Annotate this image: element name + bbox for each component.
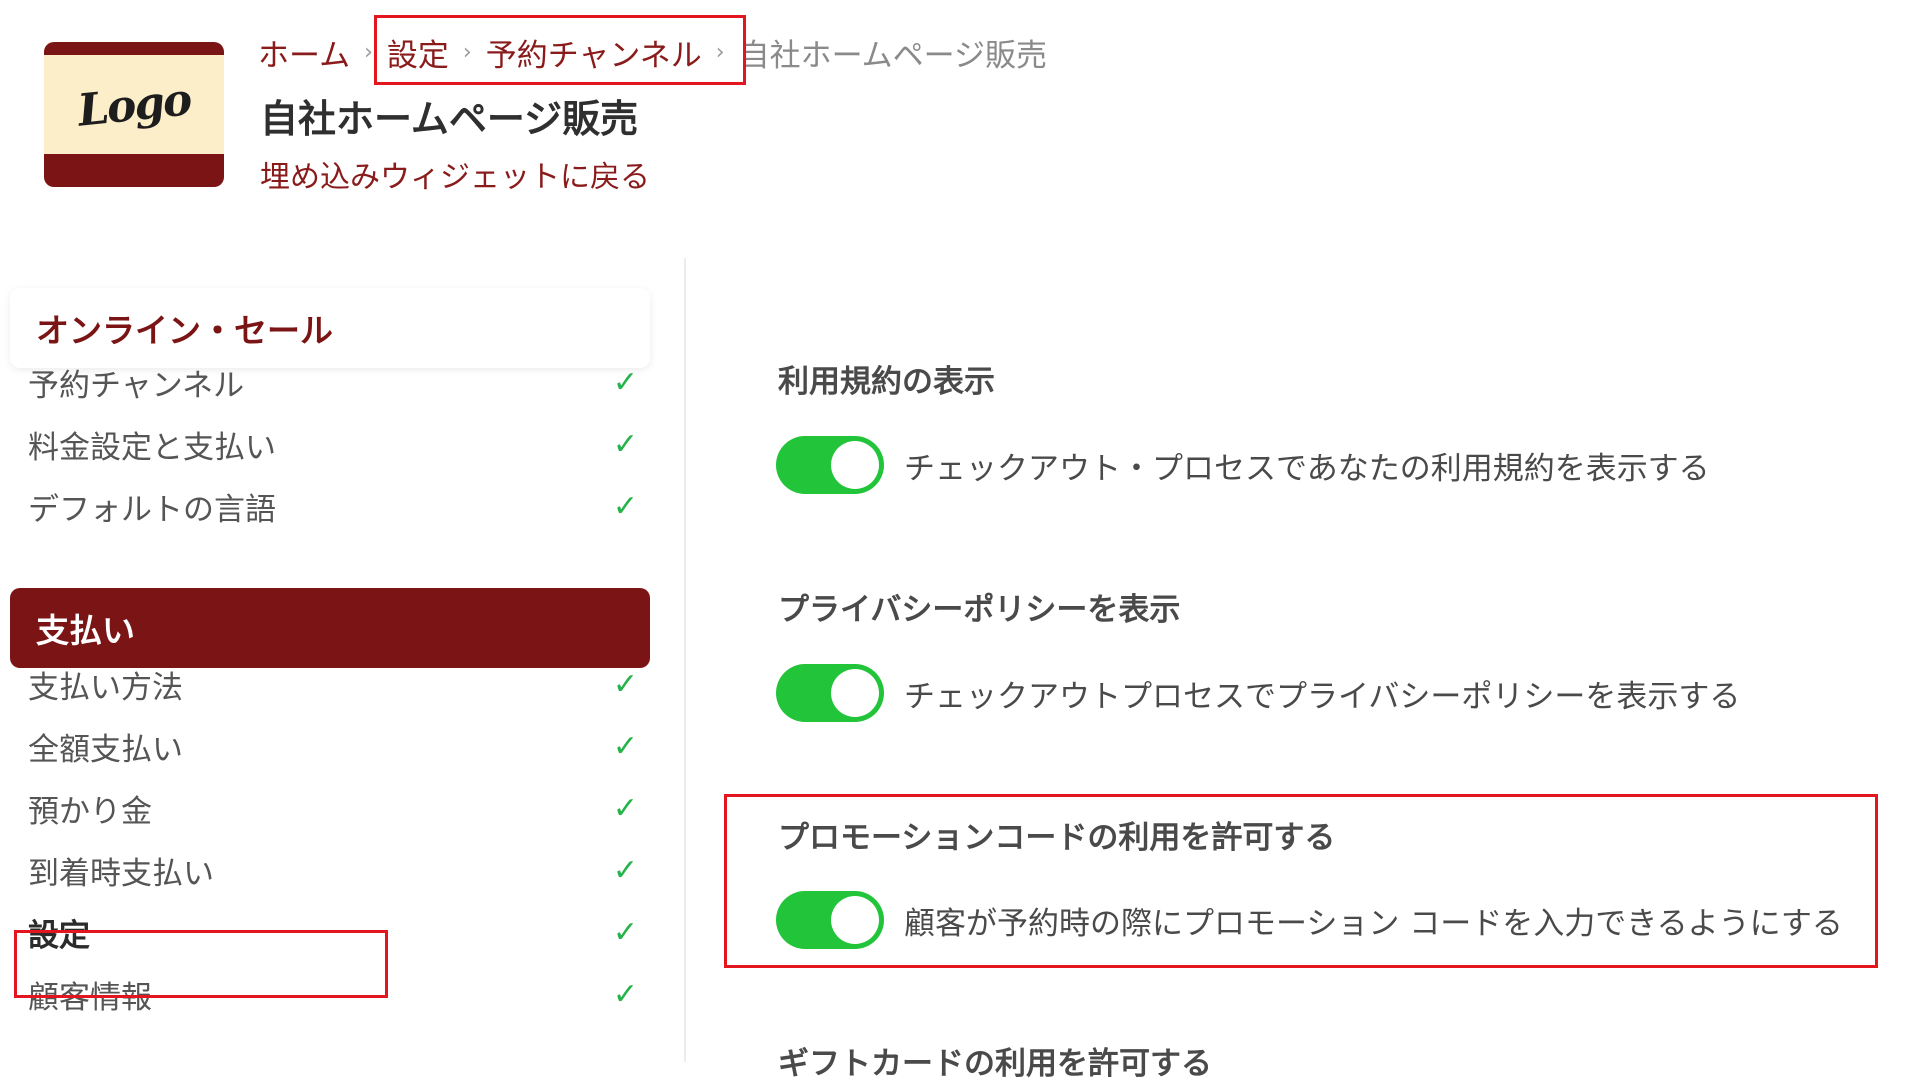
page-title: 自社ホームページ販売 <box>260 97 639 141</box>
sidebar-item-payment-methods[interactable]: 支払い方法 ✓ <box>28 656 648 712</box>
settings-highlight-box <box>14 930 388 998</box>
sidebar-item-label: 到着時支払い <box>28 855 214 892</box>
terms-section-title: 利用規約の表示 <box>778 364 995 400</box>
page-header: Logo ホーム › 設定 › 予約チャンネル › 自社ホームページ販売 自社ホ… <box>0 0 1920 258</box>
terms-option-label: チェックアウト・プロセスであなたの利用規約を表示する <box>904 450 1710 487</box>
logo-text: Logo <box>75 74 193 137</box>
back-to-widget-link[interactable]: 埋め込みウィジェットに戻る <box>260 152 650 196</box>
breadcrumb-highlight-box <box>374 15 746 85</box>
sidebar-item-label: デフォルトの言語 <box>28 491 276 528</box>
check-icon: ✓ <box>612 852 638 888</box>
toggle-knob <box>831 669 879 717</box>
sidebar-item-pricing-payments[interactable]: 料金設定と支払い ✓ <box>28 416 648 472</box>
promo-highlight-box <box>724 794 1878 968</box>
sidebar-item-label: 予約チャンネル <box>28 367 245 404</box>
check-icon: ✓ <box>612 976 638 1012</box>
logo[interactable]: Logo <box>44 42 224 187</box>
breadcrumb-current: 自社ホームページ販売 <box>738 37 1048 74</box>
check-icon: ✓ <box>612 914 638 950</box>
sidebar-item-full-payment[interactable]: 全額支払い ✓ <box>28 718 648 774</box>
sidebar-item-label: 支払い方法 <box>28 669 183 706</box>
check-icon: ✓ <box>612 426 638 462</box>
sidebar-item-deposit[interactable]: 預かり金 ✓ <box>28 780 648 836</box>
gift-card-section-title: ギフトカードの利用を許可する <box>778 1046 1212 1082</box>
sidebar-item-label: 全額支払い <box>28 731 183 768</box>
privacy-section-title: プライバシーポリシーを表示 <box>778 592 1181 628</box>
privacy-toggle[interactable] <box>776 664 884 722</box>
check-icon: ✓ <box>612 488 638 524</box>
privacy-option-label: チェックアウトプロセスでプライバシーポリシーを表示する <box>904 678 1741 715</box>
breadcrumb-separator-icon: › <box>364 39 373 65</box>
sidebar-item-pay-on-arrival[interactable]: 到着時支払い ✓ <box>28 842 648 898</box>
logo-band-top <box>44 42 224 55</box>
terms-toggle[interactable] <box>776 436 884 494</box>
privacy-option-row: チェックアウトプロセスでプライバシーポリシーを表示する <box>776 663 1740 723</box>
check-icon: ✓ <box>612 364 638 400</box>
sidebar-item-label: 料金設定と支払い <box>28 429 276 466</box>
logo-band-bottom <box>44 154 224 187</box>
sidebar-item-booking-channels[interactable]: 予約チャンネル ✓ <box>28 354 648 410</box>
check-icon: ✓ <box>612 666 638 702</box>
check-icon: ✓ <box>612 728 638 764</box>
toggle-knob <box>831 441 879 489</box>
breadcrumb-home[interactable]: ホーム <box>258 30 350 75</box>
sidebar-item-default-language[interactable]: デフォルトの言語 ✓ <box>28 478 648 534</box>
sidebar-item-label: 預かり金 <box>28 793 152 830</box>
check-icon: ✓ <box>612 790 638 826</box>
terms-option-row: チェックアウト・プロセスであなたの利用規約を表示する <box>776 435 1710 495</box>
